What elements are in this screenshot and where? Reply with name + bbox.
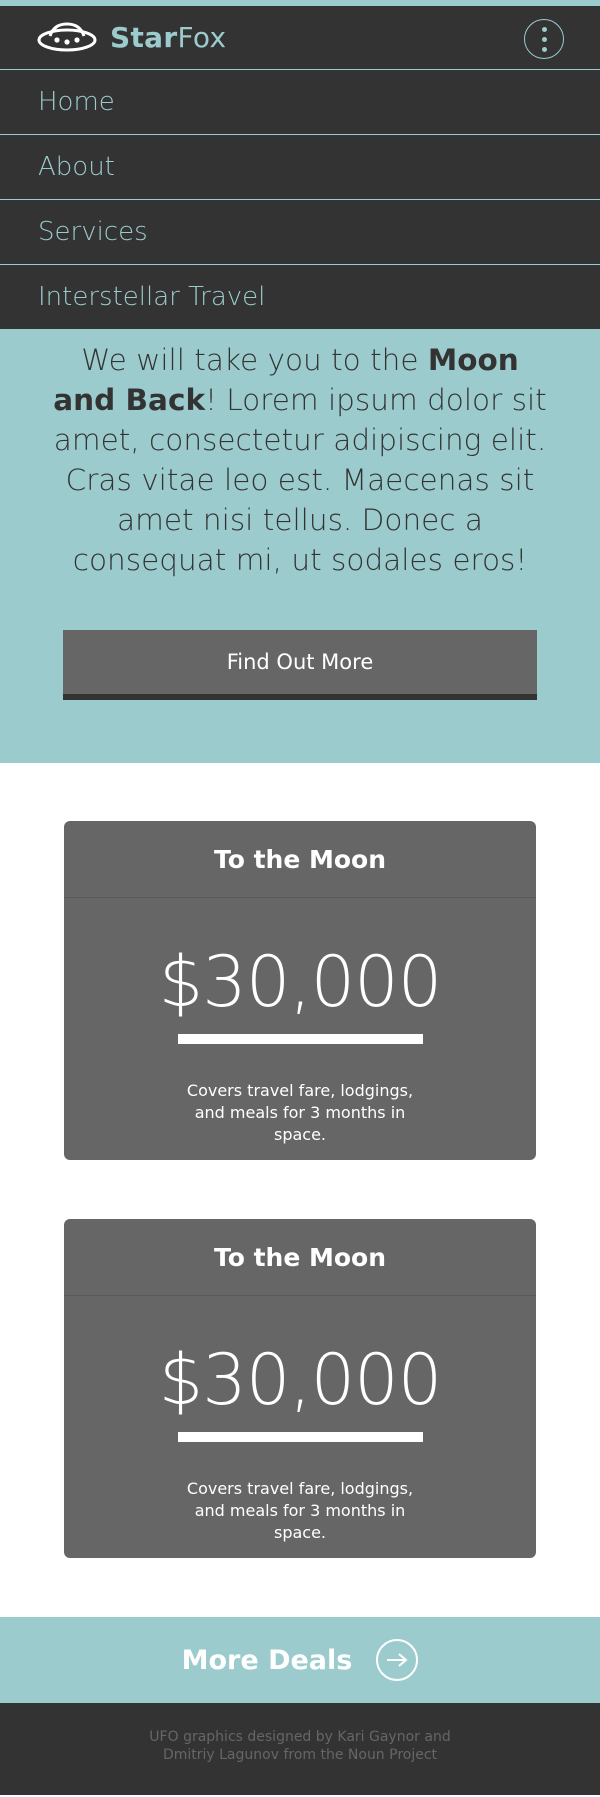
hero-text-before: We will take you to the — [81, 343, 428, 377]
site-header: StarFox — [0, 6, 600, 70]
card-title: To the Moon — [64, 821, 536, 898]
hero-text: We will take you to the Moon and Back! L… — [50, 340, 550, 580]
card-description: Covers travel fare, lodgings, and meals … — [186, 1081, 414, 1144]
footer-credit: UFO graphics designed by Kari Gaynor and… — [149, 1729, 451, 1763]
card-price: $30,000 — [158, 941, 442, 1023]
pricing-card: To the Moon $30,000 Covers travel fare, … — [64, 1219, 536, 1558]
hero-section: We will take you to the Moon and Back! L… — [0, 330, 600, 763]
vertical-dots-icon — [541, 26, 547, 32]
nav-item-services[interactable]: Services — [0, 200, 600, 265]
vertical-dots-icon-dot — [541, 36, 547, 42]
nav-item-interstellar-travel[interactable]: Interstellar Travel — [0, 265, 600, 330]
price-underline — [177, 1432, 423, 1442]
price-underline — [177, 1034, 423, 1044]
vertical-dots-icon-dot — [541, 46, 547, 52]
more-deals-button[interactable]: More Deals — [0, 1617, 600, 1703]
card-description: Covers travel fare, lodgings, and meals … — [186, 1479, 414, 1542]
arrow-right-circle-icon — [376, 1639, 419, 1681]
main-nav: Home About Services Interstellar Travel — [0, 70, 600, 330]
nav-item-about[interactable]: About — [0, 135, 600, 200]
ufo-icon[interactable] — [36, 20, 98, 54]
brand-name-bold: Star — [110, 21, 178, 54]
brand-name[interactable]: StarFox — [110, 22, 226, 54]
pricing-card: To the Moon $30,000 Covers travel fare, … — [64, 821, 536, 1160]
find-out-more-button[interactable]: Find Out More — [63, 630, 537, 700]
more-deals-label: More Deals — [181, 1644, 353, 1676]
pricing-cards: To the Moon $30,000 Covers travel fare, … — [0, 763, 600, 1558]
brand-name-light: Fox — [177, 21, 227, 54]
card-price: $30,000 — [158, 1339, 442, 1421]
site-footer: UFO graphics designed by Kari Gaynor and… — [0, 1703, 600, 1795]
menu-toggle-button[interactable] — [524, 19, 564, 59]
card-title: To the Moon — [64, 1219, 536, 1296]
nav-item-home[interactable]: Home — [0, 70, 600, 135]
